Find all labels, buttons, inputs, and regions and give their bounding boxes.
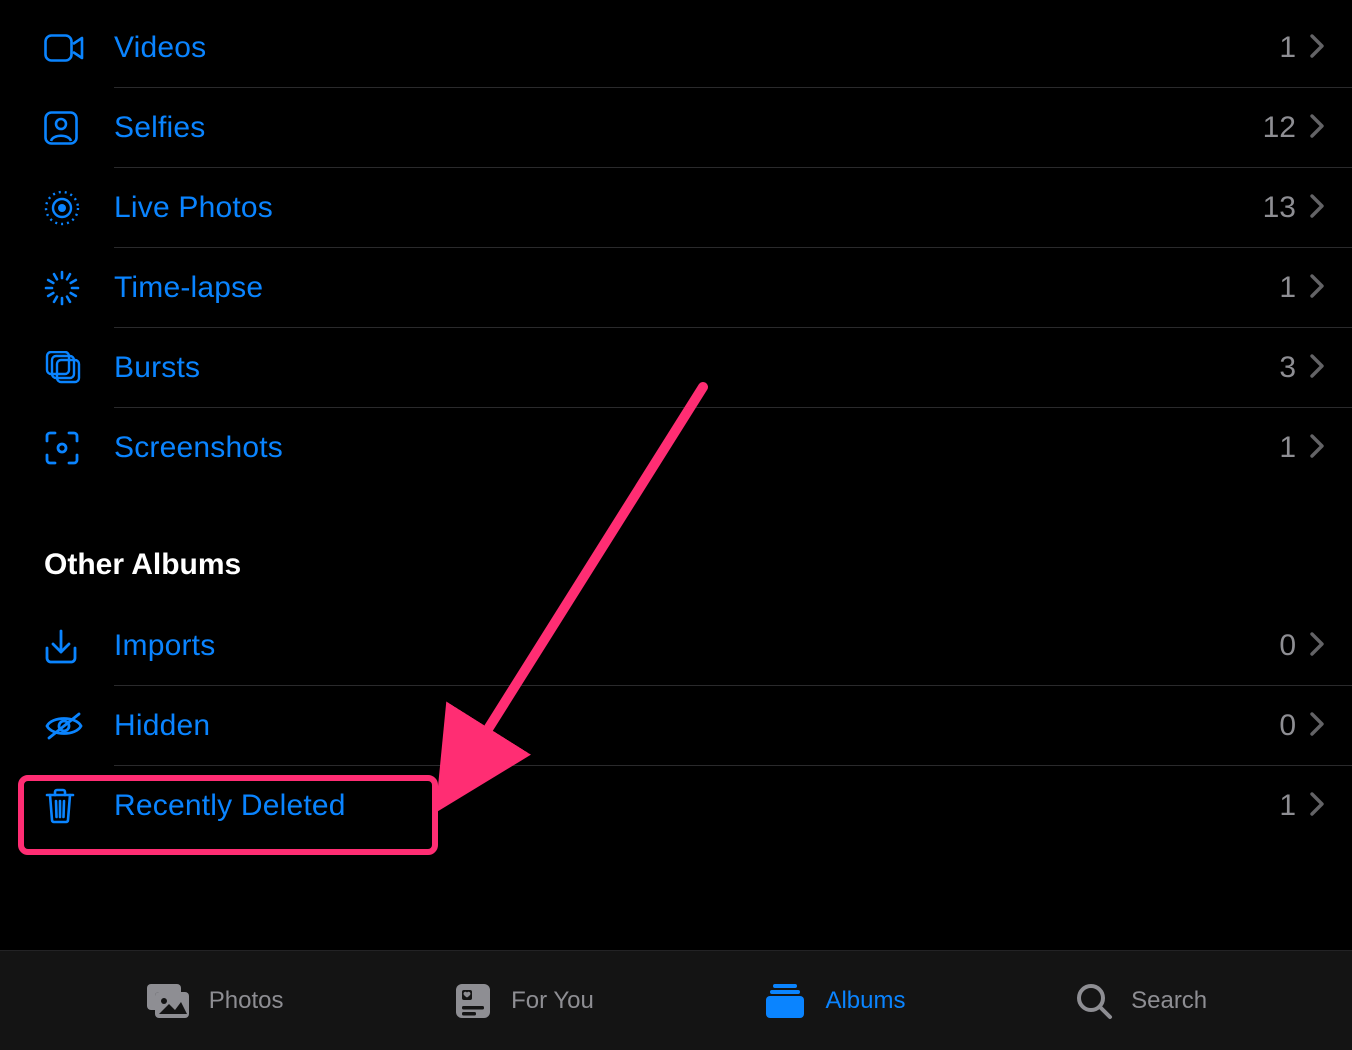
album-row-recently-deleted[interactable]: Recently Deleted 1 <box>0 766 1352 846</box>
album-count: 12 <box>1263 111 1296 145</box>
trash-icon <box>44 788 114 824</box>
album-label: Screenshots <box>114 431 1266 465</box>
album-count: 0 <box>1266 709 1296 743</box>
chevron-right-icon <box>1310 712 1324 741</box>
album-row-hidden[interactable]: Hidden 0 <box>0 686 1352 766</box>
album-count: 1 <box>1266 271 1296 305</box>
search-icon <box>1075 982 1113 1020</box>
album-row-live-photos[interactable]: Live Photos 13 <box>0 168 1352 248</box>
album-count: 1 <box>1266 431 1296 465</box>
albums-scroll-area[interactable]: Videos 1 Selfies 12 <box>0 0 1352 950</box>
tab-label: Photos <box>209 987 284 1015</box>
album-count: 1 <box>1266 31 1296 65</box>
tab-search[interactable]: Search <box>1075 982 1207 1020</box>
tab-albums[interactable]: Albums <box>763 982 905 1020</box>
album-row-screenshots[interactable]: Screenshots 1 <box>0 408 1352 488</box>
chevron-right-icon <box>1310 434 1324 463</box>
album-row-time-lapse[interactable]: Time-lapse 1 <box>0 248 1352 328</box>
hidden-icon <box>44 711 114 741</box>
album-label: Imports <box>114 629 1266 663</box>
chevron-right-icon <box>1310 274 1324 303</box>
chevron-right-icon <box>1310 114 1324 143</box>
albums-icon <box>763 982 807 1020</box>
album-row-selfies[interactable]: Selfies 12 <box>0 88 1352 168</box>
for-you-icon <box>453 981 493 1021</box>
photos-icon <box>145 982 191 1020</box>
album-label: Live Photos <box>114 191 1263 225</box>
screenshot-icon <box>44 430 114 466</box>
album-label: Hidden <box>114 709 1266 743</box>
tab-for-you[interactable]: For You <box>453 981 594 1021</box>
tab-label: For You <box>511 987 594 1015</box>
chevron-right-icon <box>1310 194 1324 223</box>
chevron-right-icon <box>1310 792 1324 821</box>
album-count: 1 <box>1266 789 1296 823</box>
chevron-right-icon <box>1310 354 1324 383</box>
tab-label: Albums <box>825 987 905 1015</box>
album-row-bursts[interactable]: Bursts 3 <box>0 328 1352 408</box>
album-label: Recently Deleted <box>114 789 1266 823</box>
selfie-icon <box>44 111 114 145</box>
livephoto-icon <box>44 190 114 226</box>
album-label: Time-lapse <box>114 271 1266 305</box>
album-count: 0 <box>1266 629 1296 663</box>
album-row-videos[interactable]: Videos 1 <box>0 8 1352 88</box>
timelapse-icon <box>44 270 114 306</box>
section-header-other-albums: Other Albums <box>0 488 1352 598</box>
album-label: Selfies <box>114 111 1263 145</box>
imports-icon <box>44 628 114 664</box>
bottom-tab-bar: Photos For You Albums <box>0 950 1352 1050</box>
album-label: Videos <box>114 31 1266 65</box>
chevron-right-icon <box>1310 632 1324 661</box>
chevron-right-icon <box>1310 34 1324 63</box>
tab-label: Search <box>1131 987 1207 1015</box>
album-label: Bursts <box>114 351 1266 385</box>
album-count: 13 <box>1263 191 1296 225</box>
other-albums-list: Imports 0 Hidden 0 <box>0 598 1352 846</box>
album-count: 3 <box>1266 351 1296 385</box>
tab-photos[interactable]: Photos <box>145 982 284 1020</box>
album-row-imports[interactable]: Imports 0 <box>0 606 1352 686</box>
media-types-list: Videos 1 Selfies 12 <box>0 0 1352 488</box>
video-icon <box>44 34 114 62</box>
bursts-icon <box>44 351 114 385</box>
